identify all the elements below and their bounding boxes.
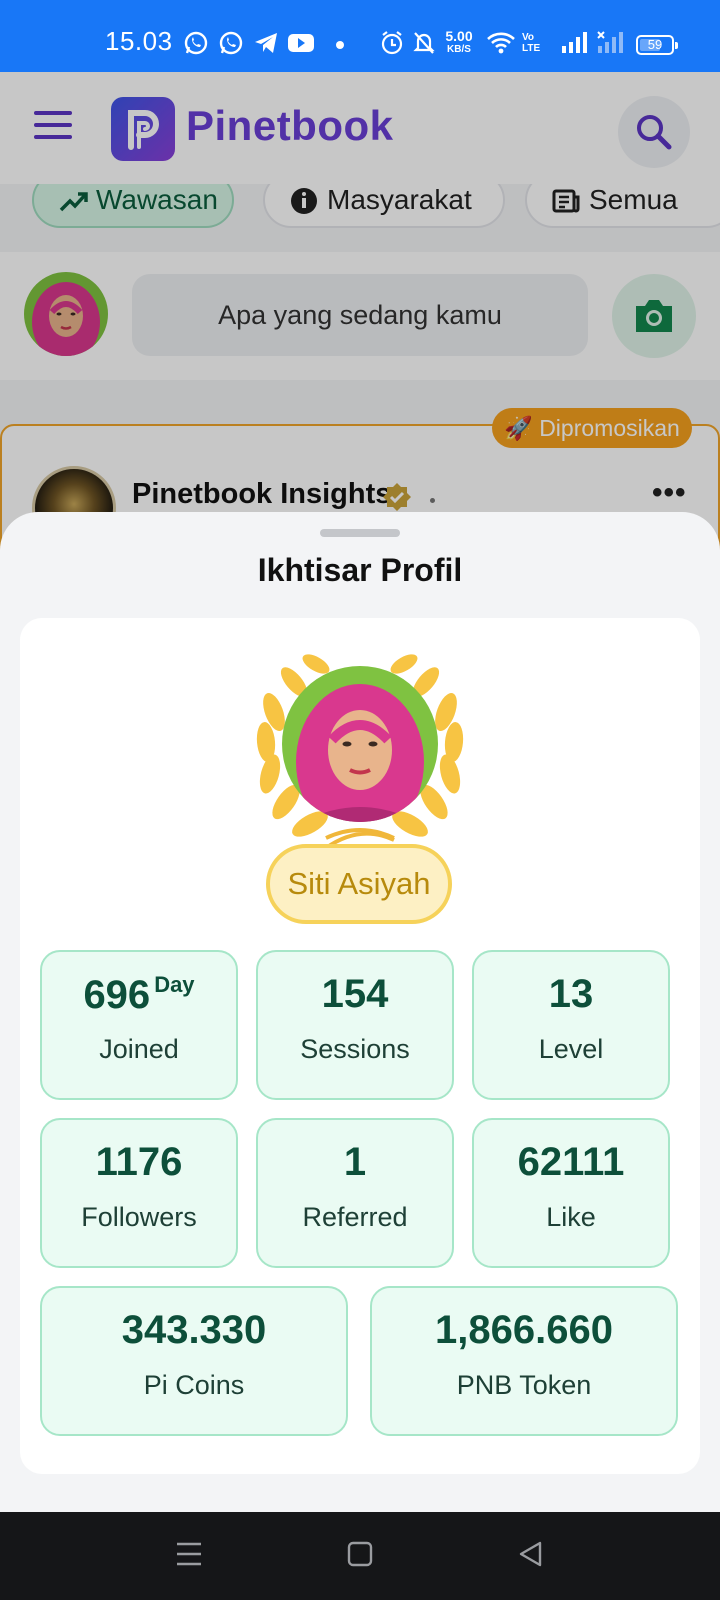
stat-pi-coins: 343.330 Pi Coins [40, 1286, 348, 1436]
stat-label: Followers [81, 1202, 197, 1232]
stat-label: Level [538, 1034, 604, 1064]
profile-summary-sheet: Ikhtisar Profil Siti Asiyah 696 Day Join… [0, 512, 720, 1512]
signal-icon [562, 32, 587, 53]
stat-value: 62111 [517, 1140, 625, 1184]
net-speed: 5.00 KB/S [445, 28, 473, 55]
stat-pnb-token: 1,866.660 PNB Token [370, 1286, 678, 1436]
stat-label: Like [546, 1202, 596, 1232]
stat-followers: 1176 Followers [40, 1118, 238, 1268]
profile-card: Siti Asiyah 696 Day Joined 154 Sessions 1… [20, 618, 700, 1474]
stat-like: 62111 Like [472, 1118, 670, 1268]
stat-label: PNB Token [456, 1370, 592, 1400]
sheet-drag-handle[interactable] [320, 529, 400, 537]
battery-icon: 59 [636, 35, 678, 55]
mute-icon [413, 32, 435, 54]
alarm-icon [381, 31, 403, 55]
whatsapp-business-icon [219, 31, 243, 55]
telegram-icon [255, 33, 277, 53]
stat-value: 1176 [95, 1140, 183, 1184]
stat-label: Referred [302, 1202, 408, 1232]
stat-value: 696 [83, 973, 151, 1017]
stat-value: 343.330 [121, 1308, 267, 1352]
wifi-icon [487, 32, 515, 54]
stat-value: 13 [548, 972, 594, 1016]
notification-dot [336, 41, 344, 49]
sheet-title: Ikhtisar Profil [257, 552, 463, 588]
volte-label: Vo LTE [522, 32, 541, 54]
back-icon[interactable] [518, 1540, 544, 1568]
stat-level: 13 Level [472, 950, 670, 1100]
stat-label: Joined [99, 1034, 179, 1064]
stat-label: Sessions [300, 1034, 410, 1064]
stat-value: 154 [321, 972, 389, 1016]
system-nav-bar [0, 1512, 720, 1600]
recent-apps-icon[interactable] [176, 1540, 202, 1568]
stat-referred: 1 Referred [256, 1118, 454, 1268]
stat-label: Pi Coins [143, 1370, 245, 1400]
status-bar: 15.03 5.00 KB/S Vo LTE 59 [0, 0, 720, 72]
stat-joined: 696 Day Joined [40, 950, 238, 1100]
home-icon[interactable] [347, 1540, 373, 1568]
stat-sessions: 154 Sessions [256, 950, 454, 1100]
user-name-badge: Siti Asiyah [266, 844, 452, 924]
status-time: 15.03 [105, 26, 173, 56]
youtube-icon [288, 34, 314, 52]
profile-avatar [282, 666, 438, 822]
whatsapp-icon [184, 31, 208, 55]
stat-value: 1 [343, 1140, 367, 1184]
signal-weak-icon [597, 31, 623, 53]
stat-unit: Day [154, 972, 195, 997]
stat-value: 1,866.660 [435, 1308, 613, 1352]
